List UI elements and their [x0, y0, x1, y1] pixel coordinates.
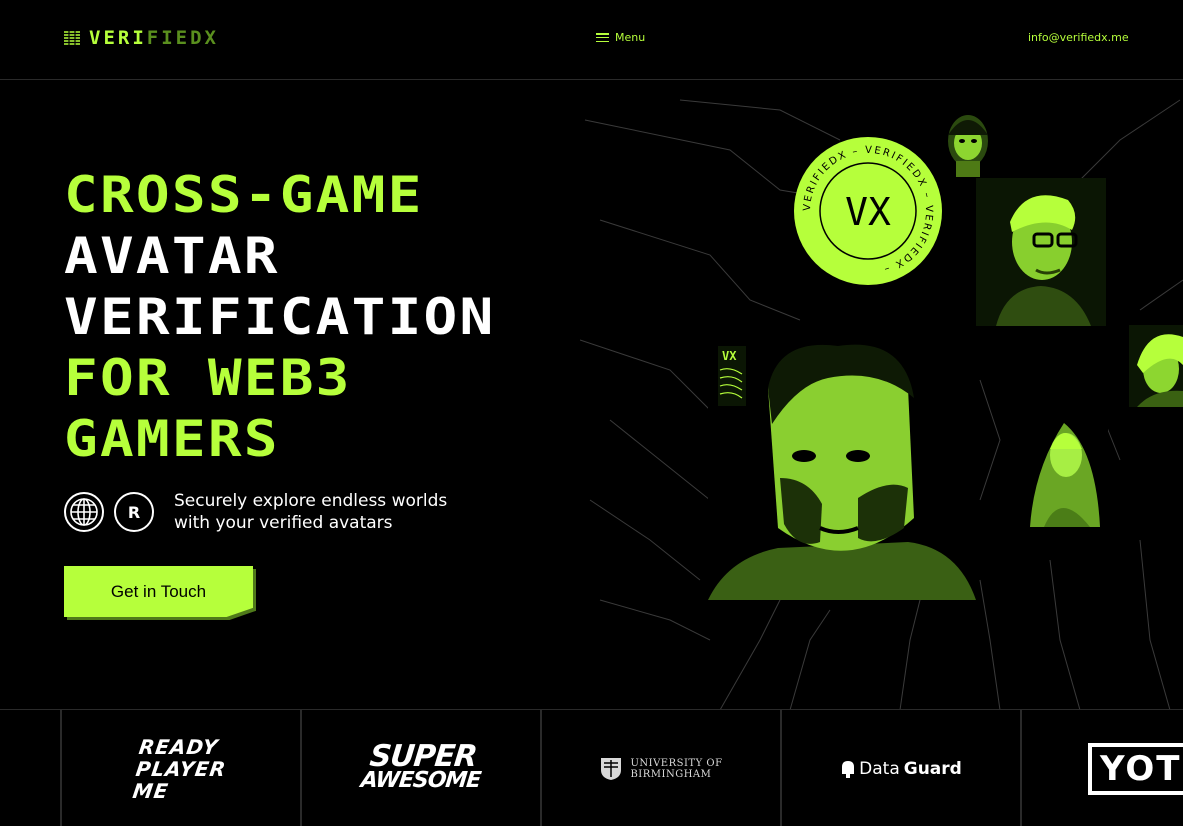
partner-dataguard[interactable]: Data Guard: [780, 710, 1021, 826]
menu-button[interactable]: Menu: [596, 31, 645, 44]
menu-label: Menu: [615, 31, 646, 44]
seal-mark: VX: [845, 190, 891, 234]
hero-subtitle-line-1: Securely explore endless worlds: [174, 491, 448, 511]
ready-player-me-logo: READY PLAYER ME: [131, 734, 231, 803]
hero-subtitle: Securely explore endless worlds with you…: [174, 490, 447, 534]
crest-icon: [601, 757, 622, 780]
dataguard-text-a: Data: [859, 758, 900, 779]
logo-text: VERIFIEDX: [89, 27, 219, 49]
logo-text-primary: VERI: [89, 27, 147, 49]
avatar-glasses: [976, 178, 1106, 326]
headline-line-2: AVATAR: [64, 227, 280, 285]
avatar-side-right: [1129, 325, 1183, 407]
card-mark: VX: [722, 349, 737, 363]
university-of-birmingham-logo: UNIVERSITY OF BIRMINGHAM: [600, 757, 722, 781]
hero-headline: CROSS-GAME AVATAR VERIFICATION FOR WEB3 …: [64, 165, 495, 470]
logo[interactable]: VERIFIEDX: [63, 27, 219, 49]
site-header: VERIFIEDX Menu info@verifiedx.me: [0, 0, 1183, 80]
dataguard-text-b: Guard: [903, 758, 962, 779]
r-badge-icon: R: [114, 492, 154, 532]
yoti-logo: YOTI: [1088, 742, 1183, 795]
email-link[interactable]: info@verifiedx.me: [1028, 31, 1129, 44]
avatar-blonde: [1020, 409, 1108, 527]
partner-superawesome[interactable]: SUPER AWESOME: [300, 710, 541, 826]
partner-university-of-birmingham[interactable]: UNIVERSITY OF BIRMINGHAM: [540, 710, 781, 826]
superawesome-logo: SUPER AWESOME: [359, 738, 484, 793]
uob-line-1: UNIVERSITY OF: [630, 757, 723, 769]
avatar-main: VX: [708, 328, 976, 600]
logo-mark-icon: [64, 30, 80, 46]
headline-line-1: CROSS-GAME: [64, 166, 424, 224]
verifiedx-seal: VERIFIEDX – VERIFIEDX – VERIFIEDX – VX: [794, 137, 942, 285]
partner-strip: READY PLAYER ME SUPER AWESOME UNIVERSITY…: [0, 709, 1183, 826]
headline-line-5: GAMERS: [64, 410, 280, 468]
logo-text-secondary: FIEDX: [146, 27, 219, 49]
rpm-line-1: READY: [137, 734, 221, 759]
superawesome-line-2: AWESOME: [359, 767, 482, 793]
headline-line-4: FOR WEB3: [64, 349, 352, 407]
globe-icon: [64, 492, 104, 532]
rpm-line-3: ME: [131, 778, 171, 803]
seal-graphic: VERIFIEDX – VERIFIEDX – VERIFIEDX – VX: [802, 145, 932, 275]
rpm-line-2: PLAYER: [134, 756, 229, 781]
partner-yoti[interactable]: YOTI: [1020, 710, 1183, 826]
hamburger-icon: [596, 33, 609, 42]
get-in-touch-button[interactable]: Get in Touch: [64, 566, 253, 617]
uob-line-2: BIRMINGHAM: [630, 768, 712, 780]
headline-line-3: VERIFICATION: [64, 288, 496, 346]
dataguard-logo: Data Guard: [841, 759, 962, 779]
hero-subtitle-line-2: with your verified avatars: [174, 513, 393, 533]
dataguard-icon: [842, 760, 855, 778]
hero-feature: R Securely explore endless worlds with y…: [64, 490, 447, 534]
partner-ready-player-me[interactable]: READY PLAYER ME: [60, 710, 301, 826]
superawesome-line-1: SUPER: [367, 738, 478, 774]
avatar-small-top: [936, 105, 1000, 177]
